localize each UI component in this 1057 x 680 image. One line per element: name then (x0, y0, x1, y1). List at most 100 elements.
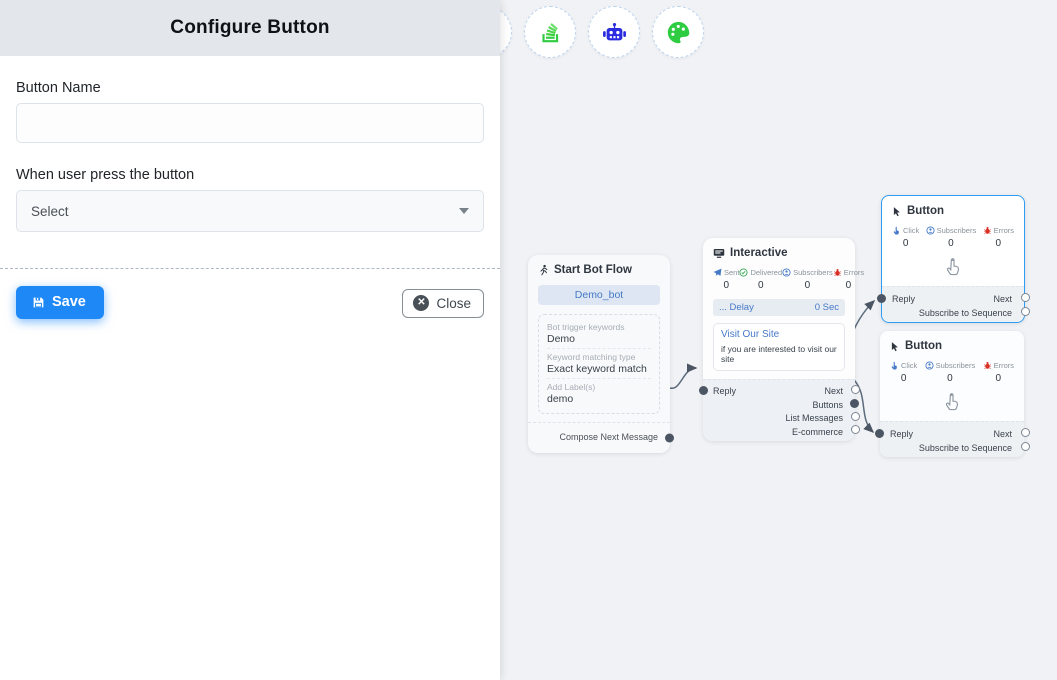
next-output-port[interactable] (1021, 293, 1030, 302)
toolbar-circle-partial[interactable] (500, 6, 512, 58)
reply-label: Reply (890, 429, 913, 439)
close-button[interactable]: ✕ Close (402, 289, 484, 318)
field-value: Exact keyword match (547, 362, 651, 379)
stat-label: Delivered (750, 268, 782, 277)
subscriber-icon (925, 361, 934, 370)
bot-name-pill[interactable]: Demo_bot (538, 285, 660, 305)
robot-icon (601, 19, 628, 46)
stat-subscribers: Subscribers 0 (782, 268, 833, 291)
reply-input-port[interactable] (877, 294, 886, 303)
bug-icon (833, 268, 842, 277)
press-action-group: When user press the button Select (16, 167, 484, 232)
compose-next-message-label: Compose Next Message (559, 432, 658, 442)
field-label: Add Label(s) (547, 382, 651, 392)
toolbar-circle-theme[interactable] (652, 6, 704, 58)
buttons-output-port[interactable] (850, 399, 859, 408)
field-row: Add Label(s) demo (547, 382, 651, 408)
flow-canvas[interactable]: Start Bot Flow Demo_bot Bot trigger keyw… (500, 0, 1057, 680)
message-card[interactable]: Visit Our Site if you are interested to … (713, 323, 845, 371)
stat-subscribers: Subscribers 0 (926, 226, 977, 249)
list-messages-output-port[interactable] (851, 412, 860, 421)
interactive-body: Interactive Sent 0 (703, 238, 855, 371)
stat-value: 0 (947, 373, 953, 384)
close-button-label: Close (436, 296, 471, 311)
subscribe-output-port[interactable] (1021, 442, 1030, 451)
button-node-stats: Click 0 Subscribers 0 (890, 361, 1014, 384)
chevron-down-icon (459, 208, 469, 214)
stat-label: Subscribers (793, 268, 833, 277)
panel-header: Configure Button (0, 0, 500, 56)
start-node-title: Start Bot Flow (554, 264, 632, 276)
ecommerce-output-port[interactable] (851, 425, 860, 434)
bug-icon (983, 226, 992, 235)
output-label-buttons: Buttons (812, 400, 843, 410)
reply-label: Reply (713, 386, 736, 396)
stat-label: Errors (994, 361, 1014, 370)
next-output-port[interactable] (851, 385, 860, 394)
stat-label: Subscribers (937, 226, 977, 235)
interactive-node[interactable]: Interactive Sent 0 (703, 238, 855, 441)
start-node-fields: Bot trigger keywords Demo Keyword matchi… (538, 314, 660, 414)
click-icon (890, 361, 899, 370)
subscriber-icon (782, 268, 791, 277)
stat-subscribers: Subscribers 0 (925, 361, 976, 384)
stat-value: 0 (903, 238, 909, 249)
delay-bar[interactable]: ... Delay 0 Sec (713, 299, 845, 316)
cursor-icon (892, 206, 902, 217)
select-value: Select (31, 204, 69, 219)
compose-output-port[interactable] (665, 434, 674, 443)
next-output-port[interactable] (1021, 428, 1030, 437)
reply-input-port[interactable] (875, 429, 884, 438)
stat-click: Click 0 (892, 226, 919, 249)
output-label-subscribe: Subscribe to Sequence (919, 308, 1012, 318)
field-row: Bot trigger keywords Demo (547, 322, 651, 349)
toolbar-circle-bot[interactable] (588, 6, 640, 58)
reply-input-port[interactable] (699, 386, 708, 395)
button-node-header: Button (890, 340, 1014, 352)
button-node-footer: Reply Next Subscribe to Sequence (882, 286, 1024, 322)
message-body: if you are interested to visit our site (721, 344, 837, 364)
hand-pointer-icon (892, 256, 1014, 278)
panel-body: Button Name When user press the button S… (0, 56, 500, 232)
subscribe-output-port[interactable] (1021, 307, 1030, 316)
button-node-stats: Click 0 Subscribers 0 (892, 226, 1014, 249)
configure-panel: Configure Button Button Name When user p… (0, 0, 500, 680)
stat-label: Errors (994, 226, 1014, 235)
output-label-ecommerce: E-commerce (792, 427, 843, 437)
stat-value: 0 (846, 280, 852, 291)
save-button[interactable]: Save (16, 286, 104, 319)
stat-value: 0 (901, 373, 907, 384)
button-node-selected[interactable]: Button Click 0 (881, 195, 1025, 323)
interactive-footer: Reply Next Buttons List Messages E-comme… (703, 379, 855, 441)
click-icon (892, 226, 901, 235)
press-action-select[interactable]: Select (16, 190, 484, 232)
button-name-input[interactable] (16, 103, 484, 143)
save-icon (32, 296, 45, 309)
cursor-icon (890, 341, 900, 352)
button-node-body: Button Click 0 (882, 196, 1024, 278)
output-label-list-messages: List Messages (785, 413, 843, 423)
stat-errors: Errors 0 (983, 361, 1014, 384)
delay-label: ... Delay (719, 302, 754, 313)
button-node-body: Button Click 0 (880, 331, 1024, 413)
stat-click: Click 0 (890, 361, 917, 384)
stat-label: Sent (724, 268, 739, 277)
toolbar-circle-trigger[interactable] (524, 6, 576, 58)
interactive-title: Interactive (730, 247, 788, 259)
output-label-next: Next (993, 294, 1012, 304)
field-value: demo (547, 392, 651, 408)
delay-value: 0 Sec (815, 302, 839, 313)
stat-value: 0 (948, 238, 954, 249)
page-title: Configure Button (170, 17, 329, 39)
start-bot-flow-node[interactable]: Start Bot Flow Demo_bot Bot trigger keyw… (528, 255, 670, 453)
button-node-footer: Reply Next Subscribe to Sequence (880, 421, 1024, 457)
stat-label: Errors (844, 268, 864, 277)
button-node[interactable]: Button Click 0 (880, 331, 1024, 457)
stat-value: 0 (805, 280, 811, 291)
edge-start-to-interactive (670, 368, 696, 388)
output-label-subscribe: Subscribe to Sequence (919, 443, 1012, 453)
running-person-icon (538, 264, 549, 276)
button-node-title: Button (905, 340, 942, 352)
stat-value: 0 (758, 280, 764, 291)
device-icon (713, 248, 725, 259)
